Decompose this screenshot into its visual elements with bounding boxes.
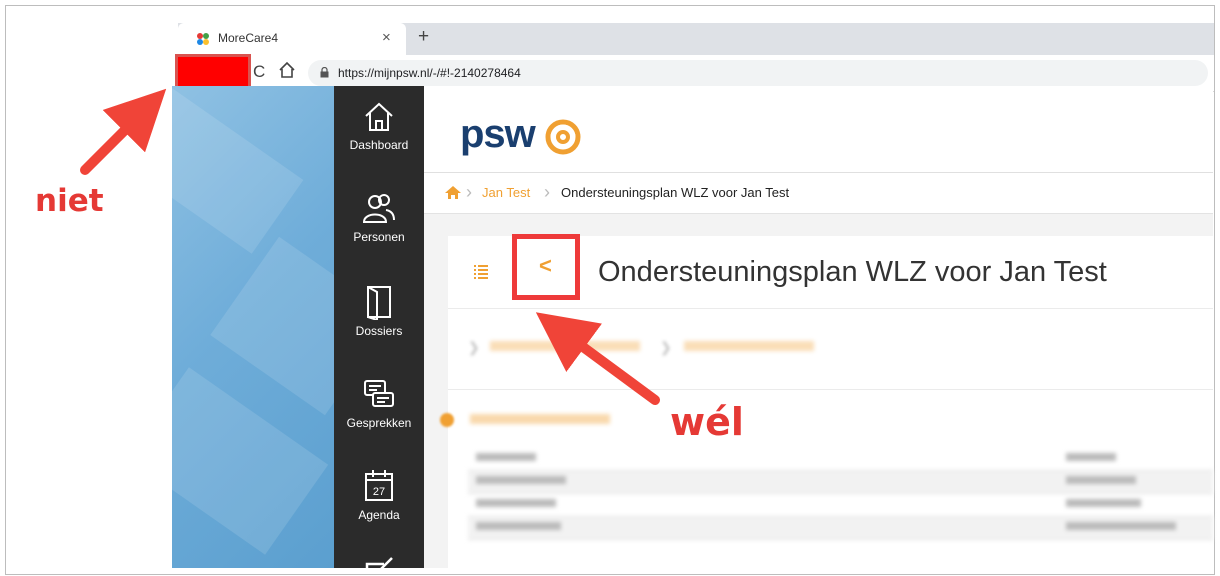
annotation-arrows xyxy=(80,88,660,405)
annotation-wel: wél xyxy=(670,400,744,444)
annotation-arrow-icon xyxy=(535,312,660,405)
annotation-niet: niet xyxy=(35,183,104,219)
annotation-arrow-icon xyxy=(80,88,167,175)
